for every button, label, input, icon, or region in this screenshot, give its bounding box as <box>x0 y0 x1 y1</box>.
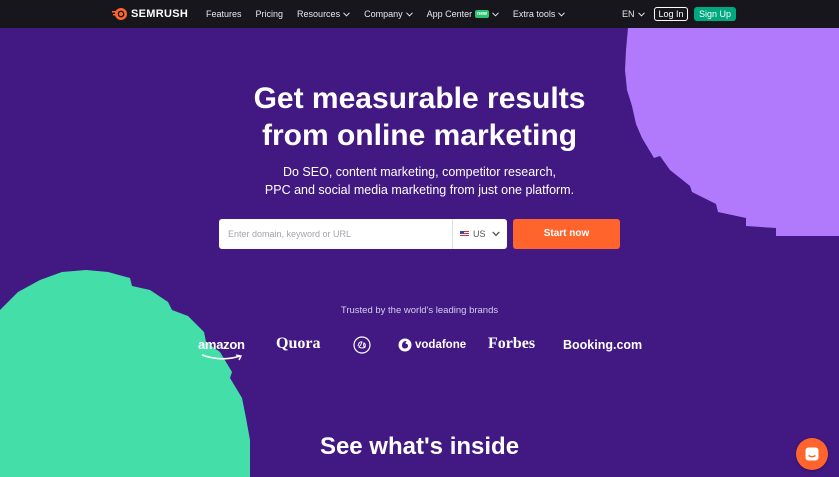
nav-extra-tools[interactable]: Extra tools <box>513 9 566 19</box>
logo-text: SEMRUSH <box>131 8 189 20</box>
vodafone-speechmark-icon <box>398 338 412 352</box>
us-flag-icon <box>460 231 469 237</box>
hero-headline: Get measurable results from online marke… <box>0 80 839 154</box>
amazon-logo: amazon <box>198 337 245 361</box>
nav-resources[interactable]: Resources <box>297 9 350 19</box>
country-label: US <box>473 229 486 239</box>
brand-logos: amazon Quora vodafone Forbes Booking.com <box>0 333 839 361</box>
language-selector[interactable]: EN <box>622 0 645 28</box>
main-nav: Features Pricing Resources Company App C… <box>206 0 579 28</box>
chevron-down-icon <box>491 231 500 237</box>
quora-logo: Quora <box>276 335 321 352</box>
chevron-down-icon <box>558 11 566 17</box>
ge-logo <box>353 336 371 354</box>
nav-company[interactable]: Company <box>364 9 413 19</box>
nav-company-label: Company <box>364 9 403 19</box>
chevron-down-icon <box>637 11 645 17</box>
semrush-logo[interactable]: SEMRUSH <box>112 7 188 21</box>
trusted-by-label: Trusted by the world's leading brands <box>340 305 499 316</box>
domain-search-box: US <box>219 219 507 249</box>
chat-icon <box>805 447 819 461</box>
country-selector[interactable]: US <box>460 219 500 249</box>
subhead-line-1: Do SEO, content marketing, competitor re… <box>282 165 557 179</box>
nav-features[interactable]: Features <box>206 9 242 19</box>
forbes-logo: Forbes <box>488 335 536 352</box>
semrush-fireball-icon <box>112 8 127 20</box>
section-title: See what's inside <box>319 433 520 460</box>
headline-line-1: Get measurable results <box>253 82 586 115</box>
subhead-line-2: PPC and social media marketing from just… <box>264 183 575 197</box>
chat-widget-button[interactable] <box>796 438 828 470</box>
vodafone-logo: vodafone <box>398 338 466 352</box>
booking-logo: Booking.com <box>563 338 643 352</box>
nav-extra-tools-label: Extra tools <box>512 9 556 19</box>
vodafone-logo-text: vodafone <box>415 339 467 351</box>
nav-features-label: Features <box>206 9 242 19</box>
top-navigation-bar: SEMRUSH Features Pricing Resources Compa… <box>0 0 839 28</box>
language-label: EN <box>622 9 635 19</box>
nav-app-center-label: App Center <box>426 9 473 19</box>
nav-resources-label: Resources <box>297 9 341 19</box>
signup-button[interactable]: Sign Up <box>694 7 736 21</box>
new-badge: new <box>475 10 489 18</box>
hero-subheading: Do SEO, content marketing, competitor re… <box>0 163 839 199</box>
chevron-down-icon <box>343 11 350 17</box>
start-now-button[interactable]: Start now <box>513 219 620 249</box>
nav-pricing-label: Pricing <box>255 9 284 19</box>
amazon-logo-text: amazon <box>198 337 245 352</box>
amazon-smile-icon <box>201 354 243 361</box>
headline-line-2: from online marketing <box>261 119 578 152</box>
domain-search-input[interactable] <box>219 219 451 249</box>
nav-pricing[interactable]: Pricing <box>256 9 284 19</box>
chevron-down-icon <box>492 11 499 17</box>
nav-app-center[interactable]: App Center new <box>427 9 499 19</box>
search-divider <box>452 219 453 249</box>
login-button[interactable]: Log In <box>654 7 688 21</box>
chevron-down-icon <box>405 11 413 17</box>
